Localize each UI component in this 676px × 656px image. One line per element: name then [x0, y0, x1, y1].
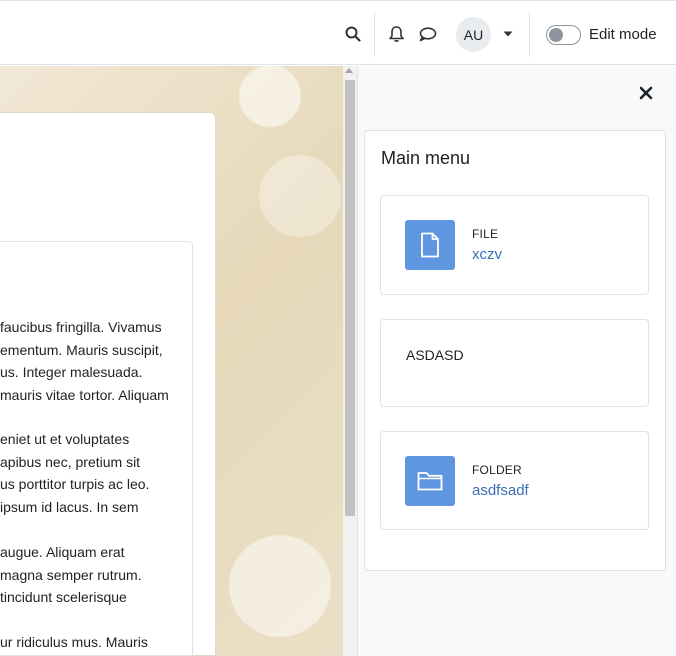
activity-type-label: FILE	[472, 227, 499, 241]
paragraph: eniet ut et voluptates apibus nec, preti…	[0, 428, 200, 518]
text-line: apibus nec, pretium sit	[0, 453, 141, 470]
text-line: tincidunt scelerisque	[0, 589, 127, 605]
label-text: ASDASD	[406, 347, 464, 363]
text-line: faucibus fringilla. Vivamus	[0, 319, 162, 335]
edit-mode-label: Edit mode	[589, 26, 657, 43]
search-button[interactable]	[342, 22, 364, 46]
avatar-initials: AU	[463, 26, 484, 43]
file-icon	[421, 232, 439, 258]
scrollbar-thumb[interactable]	[345, 80, 355, 516]
nav-divider	[529, 13, 530, 57]
paragraph: augue. Aliquam erat magna semper rutrum.…	[0, 541, 200, 609]
user-avatar[interactable]: AU	[456, 17, 491, 52]
activity-link-folder[interactable]: asdfsadf	[472, 482, 529, 499]
text-line: mauris vitae tortor. Aliquam	[0, 386, 169, 403]
search-icon	[345, 26, 361, 42]
top-navbar: AU Edit mode	[0, 0, 676, 65]
paragraph: ur ridiculus mus. Mauris	[0, 631, 200, 654]
scroll-up-arrow-icon[interactable]	[345, 68, 353, 73]
paragraph: faucibus fringilla. Vivamus ementum. Mau…	[0, 316, 200, 406]
folder-icon	[417, 472, 443, 491]
text-line: us. Integer malesuada.	[0, 364, 143, 380]
edit-mode-toggle[interactable]	[546, 25, 581, 45]
text-line: us porttitor turpis ac leo.	[0, 476, 150, 492]
nav-divider	[374, 13, 375, 57]
chat-bubble-icon	[419, 26, 436, 41]
text-line: ur ridiculus mus. Mauris	[0, 634, 148, 650]
text-line: ipsum id lacus. In sem	[0, 498, 139, 515]
toggle-knob	[549, 28, 563, 42]
bell-icon	[388, 26, 404, 42]
folder-activity-icon[interactable]	[405, 456, 455, 506]
close-icon[interactable]	[638, 85, 654, 101]
file-activity-icon[interactable]	[405, 220, 455, 270]
notifications-button[interactable]	[385, 22, 407, 46]
text-line: eniet ut et voluptates	[0, 431, 130, 447]
text-line: augue. Aliquam erat	[0, 544, 125, 560]
chevron-down-icon[interactable]	[502, 30, 514, 38]
content-text-box: faucibus fringilla. Vivamus ementum. Mau…	[0, 241, 193, 656]
text-line: ementum. Mauris suscipit,	[0, 341, 163, 358]
messages-button[interactable]	[416, 22, 438, 46]
text-line: magna semper rutrum.	[0, 566, 142, 583]
activity-card-text	[380, 319, 649, 407]
activity-link-file[interactable]: xczv	[472, 246, 502, 263]
block-title: Main menu	[381, 148, 471, 168]
activity-type-label: FOLDER	[472, 463, 522, 477]
